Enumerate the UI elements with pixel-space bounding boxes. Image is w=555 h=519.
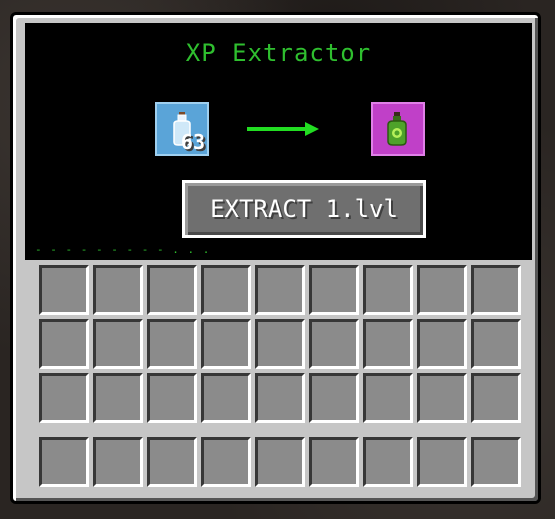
arrow-right-icon [247, 122, 319, 136]
inventory-slot[interactable] [201, 265, 251, 315]
inventory-slot[interactable] [471, 265, 521, 315]
input-slot[interactable]: 63 [155, 102, 209, 156]
inventory-slot[interactable] [417, 373, 467, 423]
inventory-slot[interactable] [309, 319, 359, 369]
extract-button[interactable]: EXTRACT 1.lvl [182, 180, 426, 238]
inventory-row [37, 371, 523, 425]
inventory-slot[interactable] [147, 265, 197, 315]
xp-extractor-window: XP Extractor 63 EXTRACT 1.lvl - - - - - … [10, 12, 541, 504]
inventory-slot[interactable] [363, 265, 413, 315]
inventory-slot[interactable] [255, 319, 305, 369]
inventory-slot[interactable] [255, 373, 305, 423]
inventory-slot[interactable] [39, 319, 89, 369]
player-inventory [37, 263, 523, 425]
hotbar-slot[interactable] [147, 437, 197, 487]
output-slot[interactable] [371, 102, 425, 156]
inventory-slot[interactable] [93, 319, 143, 369]
inventory-slot[interactable] [255, 265, 305, 315]
hotbar-slot[interactable] [363, 437, 413, 487]
inventory-slot[interactable] [39, 265, 89, 315]
inventory-row [37, 263, 523, 317]
inventory-slot[interactable] [309, 265, 359, 315]
xp-bottle-icon [387, 112, 407, 146]
inventory-slot[interactable] [309, 373, 359, 423]
status-text: - - - - - - - - - . . . [35, 243, 211, 256]
extractor-panel: XP Extractor 63 EXTRACT 1.lvl - - - - - … [25, 23, 532, 260]
inventory-slot[interactable] [363, 373, 413, 423]
hotbar-slot[interactable] [417, 437, 467, 487]
hotbar [37, 435, 523, 489]
hotbar-slot[interactable] [93, 437, 143, 487]
hotbar-slot[interactable] [309, 437, 359, 487]
inventory-row [37, 317, 523, 371]
inventory-slot[interactable] [147, 319, 197, 369]
inventory-slot[interactable] [471, 319, 521, 369]
input-count: 63 [180, 130, 205, 154]
hotbar-slot[interactable] [201, 437, 251, 487]
inventory-slot[interactable] [417, 265, 467, 315]
inventory-slot[interactable] [93, 265, 143, 315]
inventory-slot[interactable] [201, 319, 251, 369]
inventory-slot[interactable] [471, 373, 521, 423]
hotbar-slot[interactable] [471, 437, 521, 487]
hotbar-slot[interactable] [255, 437, 305, 487]
hotbar-slot[interactable] [39, 437, 89, 487]
inventory-slot[interactable] [201, 373, 251, 423]
inventory-slot[interactable] [147, 373, 197, 423]
inventory-slot[interactable] [417, 319, 467, 369]
inventory-slot[interactable] [39, 373, 89, 423]
inventory-slot[interactable] [363, 319, 413, 369]
inventory-slot[interactable] [93, 373, 143, 423]
window-title: XP Extractor [185, 39, 372, 67]
